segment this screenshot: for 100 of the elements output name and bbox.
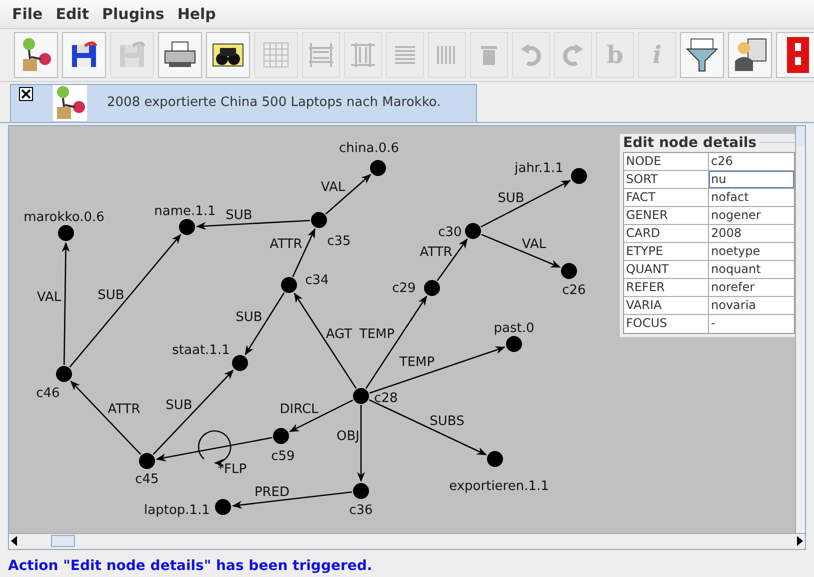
toolbar-button[interactable] xyxy=(158,32,202,78)
node-label: c59 xyxy=(271,448,295,464)
scroll-left-icon[interactable] xyxy=(11,536,17,546)
funnel-icon xyxy=(685,36,719,73)
node-label: laptop.1.1 xyxy=(144,502,210,518)
edge-label: DIRCL xyxy=(280,402,318,417)
graph-node[interactable] xyxy=(487,450,503,467)
table-cell[interactable]: - xyxy=(709,314,794,333)
table-cell: CARD xyxy=(624,224,709,242)
grid-icon xyxy=(261,40,291,70)
edge-label: OBJ xyxy=(336,428,360,444)
panel-icon xyxy=(787,36,809,73)
graph-node[interactable] xyxy=(139,452,155,469)
graph-node[interactable] xyxy=(561,262,577,279)
table-cell: ETYPE xyxy=(624,242,709,260)
edge-label: VAL xyxy=(36,290,62,305)
table-cell: NODE xyxy=(624,152,709,170)
graph-node[interactable] xyxy=(465,222,481,239)
graph-node[interactable] xyxy=(179,218,195,235)
toolbar-button[interactable] xyxy=(206,32,250,78)
graph-node[interactable] xyxy=(215,498,231,515)
table-cell[interactable]: c26 xyxy=(709,152,794,170)
edge-label: VAL xyxy=(522,236,546,252)
graph-node[interactable] xyxy=(571,168,587,184)
node-label: c29 xyxy=(392,280,416,296)
graph-node[interactable] xyxy=(311,212,327,228)
row-table-icon xyxy=(308,42,334,68)
table-cell[interactable]: norefer xyxy=(709,278,794,296)
node-label: c28 xyxy=(374,390,398,406)
node-label: c34 xyxy=(305,272,329,288)
menu-item[interactable]: Plugins xyxy=(102,2,164,26)
table-cell[interactable]: novaria xyxy=(709,296,794,314)
edge-label: SUB xyxy=(498,190,524,206)
graph-node[interactable] xyxy=(424,280,440,296)
table-cell: SORT xyxy=(624,170,709,188)
graph-node[interactable] xyxy=(353,388,369,404)
scroll-thumb[interactable] xyxy=(51,535,75,548)
toolbar-button[interactable] xyxy=(680,32,724,78)
toolbar-button[interactable] xyxy=(62,32,106,78)
node-label: past.0 xyxy=(494,320,534,336)
node-label: c35 xyxy=(327,234,351,249)
table-cell: VARIA xyxy=(624,296,709,314)
table-cell[interactable]: nofact xyxy=(709,188,794,206)
column-table-icon xyxy=(350,42,376,68)
edge-label: PRED xyxy=(254,484,290,500)
redo-arrow-icon xyxy=(561,42,585,67)
table-cell: FACT xyxy=(624,188,709,206)
teacher-icon xyxy=(732,36,768,73)
edge-label: ATTR xyxy=(108,402,140,417)
edge-label: SUB xyxy=(166,398,192,413)
panel-title: Edit node details xyxy=(623,134,757,152)
table-cell[interactable]: noetype xyxy=(709,242,794,260)
undo-arrow-icon xyxy=(519,42,543,67)
edge-label: AGT xyxy=(326,326,352,342)
toolbar-button[interactable] xyxy=(728,32,772,78)
graph-node[interactable] xyxy=(56,366,72,382)
edge-label: VAL xyxy=(320,180,346,195)
graph-node[interactable] xyxy=(370,160,386,176)
graph-node[interactable] xyxy=(232,354,248,371)
edge-label: SUB xyxy=(236,310,262,325)
node-label: c26 xyxy=(562,282,586,298)
edge-label: SUB xyxy=(226,208,252,223)
status-message: Action "Edit node details" has been triggered. xyxy=(8,558,372,574)
graph-node[interactable] xyxy=(273,428,289,444)
tab-title: 2008 exportierte China 500 Laptops nach Marokko. xyxy=(107,94,441,112)
edge-label: SUB xyxy=(98,288,124,303)
node-label: marokko.0.6 xyxy=(24,210,104,225)
loop-label: *FLP xyxy=(217,462,247,477)
scroll-right-icon[interactable] xyxy=(797,536,803,546)
table-cell: REFER xyxy=(624,278,709,296)
menu-item[interactable]: Help xyxy=(177,2,216,26)
edge-label: ATTR xyxy=(420,244,452,260)
printer-icon xyxy=(163,40,197,70)
table-cell[interactable]: nogener xyxy=(709,206,794,224)
edge-label: SUBS xyxy=(430,414,464,429)
node-label: china.0.6 xyxy=(339,140,399,156)
node-label: c46 xyxy=(36,386,60,401)
vertical-scrollbar[interactable] xyxy=(795,126,805,533)
graph-node[interactable] xyxy=(353,482,369,499)
node-label: c45 xyxy=(135,472,159,487)
node-label: staat.1.1 xyxy=(172,342,230,358)
table-cell[interactable]: nu xyxy=(709,170,794,188)
node-label: exportieren.1.1 xyxy=(449,478,549,494)
node-label: c36 xyxy=(349,502,373,518)
table-cell[interactable]: noquant xyxy=(709,260,794,278)
document-tab[interactable]: 2008 exportierte China 500 Laptops nach Marokko. xyxy=(10,84,477,122)
node-label: name.1.1 xyxy=(154,204,216,219)
edge-label: ATTR xyxy=(270,236,302,252)
graph-node[interactable] xyxy=(58,224,74,241)
table-cell[interactable]: 2008 xyxy=(709,224,794,242)
edge-label: TEMP xyxy=(399,354,435,370)
node-label: jahr.1.1 xyxy=(514,160,564,176)
node-label: c30 xyxy=(438,224,462,240)
graph-node[interactable] xyxy=(281,276,297,293)
table-cell: QUANT xyxy=(624,260,709,278)
menu-item[interactable]: Edit xyxy=(56,2,89,26)
graph-node[interactable] xyxy=(506,336,522,352)
horizontal-scrollbar[interactable] xyxy=(9,532,805,549)
close-icon[interactable] xyxy=(19,86,33,101)
menu-item[interactable]: File xyxy=(12,2,43,26)
